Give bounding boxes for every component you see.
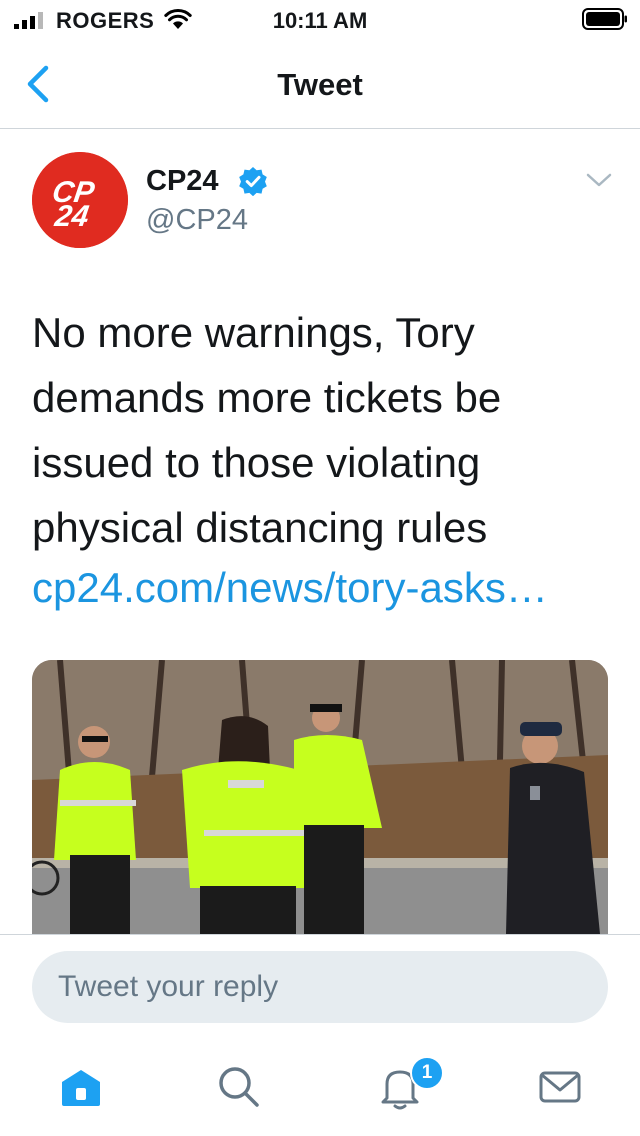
author-handle[interactable]: @CP24 [146, 204, 248, 237]
tweet-link[interactable]: cp24.com/news/tory-asks… [32, 560, 612, 616]
cp24-logo: CP 24 [32, 152, 128, 248]
tab-messages[interactable] [535, 1062, 585, 1112]
photo-officers-park-scene [32, 660, 608, 934]
status-bar: ROGERS 10:11 AM [0, 0, 640, 40]
tweet-text: No more warnings, Tory demands more tick… [32, 309, 502, 551]
svg-text:24: 24 [52, 200, 91, 233]
reply-input[interactable]: Tweet your reply [32, 951, 608, 1023]
author-name[interactable]: CP24 [146, 165, 219, 198]
avatar[interactable]: CP 24 [32, 152, 128, 248]
battery-icon [582, 8, 627, 30]
tab-search[interactable] [214, 1062, 264, 1112]
search-icon [219, 1067, 259, 1107]
reply-placeholder: Tweet your reply [58, 970, 279, 1003]
verified-badge-icon [239, 167, 267, 196]
page-title: Tweet [277, 67, 363, 102]
tab-home[interactable] [56, 1062, 106, 1112]
messages-icon [539, 1071, 581, 1103]
status-time: 10:11 AM [272, 8, 368, 33]
chevron-down-icon[interactable] [584, 170, 614, 190]
tab-bar [0, 1040, 640, 1136]
tweet-photo[interactable] [32, 660, 608, 934]
notifications-badge: 1 [410, 1056, 444, 1090]
home-icon [62, 1070, 100, 1106]
reply-area: Tweet your reply [0, 934, 640, 1041]
nav-bar: Tweet [0, 40, 640, 129]
